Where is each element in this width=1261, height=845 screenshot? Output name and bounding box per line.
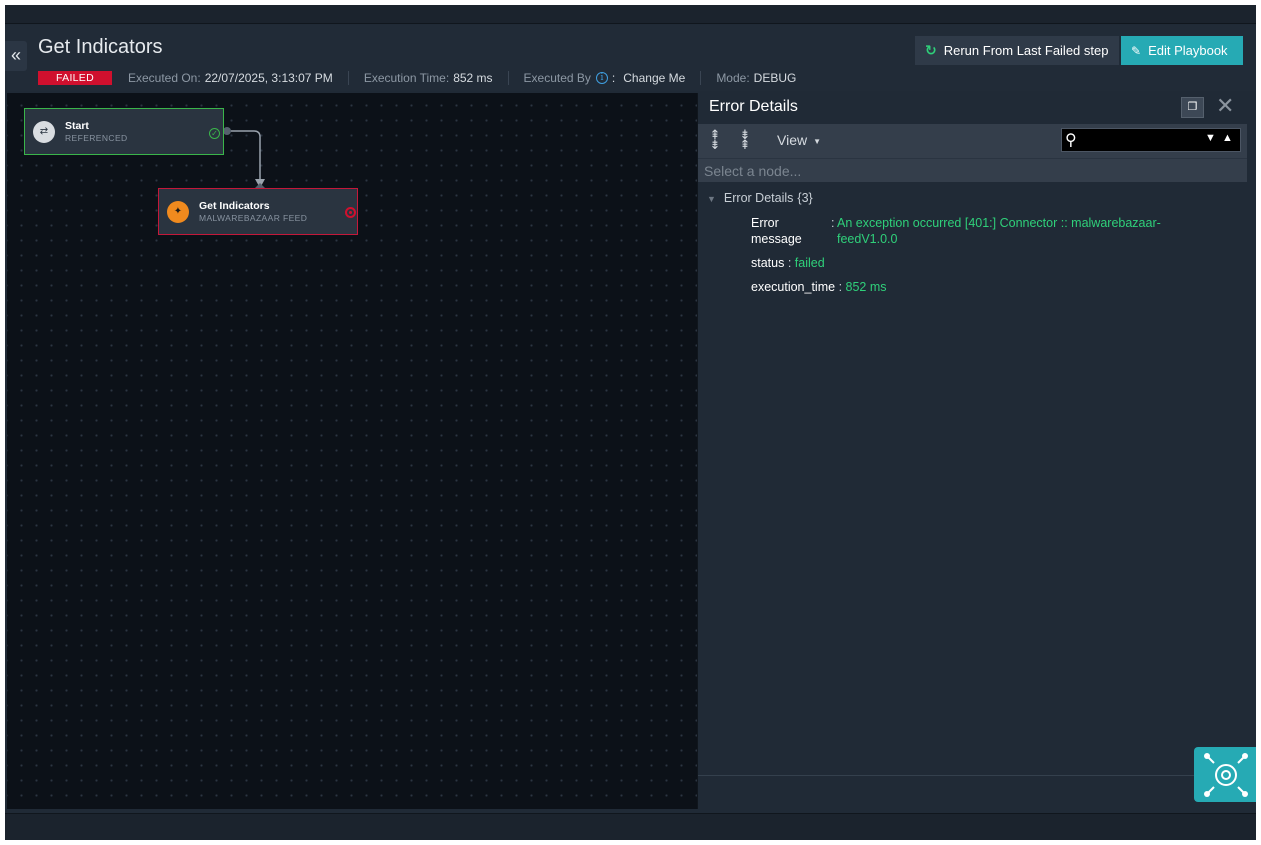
collapse-icon[interactable]: «: [5, 41, 27, 71]
close-icon[interactable]: ✕: [1216, 93, 1234, 119]
tree-root-label: Error Details: [723, 191, 794, 205]
tree-value: failed: [794, 256, 825, 270]
search-box: ⚲ ▼ ▲: [1061, 128, 1241, 152]
expand-triangle-icon[interactable]: ▼: [707, 194, 716, 204]
mode-value: DEBUG: [753, 71, 797, 85]
node-get-indicators[interactable]: ✦ Get Indicators MALWAREBAZAAR FEED: [158, 188, 358, 235]
node-start[interactable]: ⇄ Start REFERENCED ✓: [24, 108, 224, 155]
settings-network-icon[interactable]: [1194, 747, 1256, 802]
page-title: Get Indicators: [38, 36, 163, 58]
colon: :: [831, 216, 835, 230]
tree-value: An exception occurred [401:] Connector :…: [837, 216, 1161, 246]
panel-title: Error Details: [709, 98, 798, 115]
node-title: Start: [65, 119, 89, 132]
failed-icon: [345, 207, 356, 218]
bottom-bar: [5, 813, 1256, 840]
divider: [507, 71, 509, 85]
tree-root[interactable]: ▼ Error Details {3}: [707, 191, 813, 205]
refresh-icon: ↻: [925, 42, 937, 58]
connector-node-icon: ✦: [167, 200, 189, 223]
divider: [700, 71, 702, 85]
executed-on: Executed On: 22/07/2025, 3:13:07 PM: [128, 71, 333, 85]
success-icon: ✓: [209, 128, 220, 139]
caret-down-icon: ▼: [813, 136, 822, 146]
divider: [347, 71, 349, 85]
tree-key: status: [751, 256, 785, 270]
panel-divider: [698, 775, 1247, 776]
info-icon[interactable]: i: [595, 72, 608, 84]
node-subtitle: REFERENCED: [65, 132, 128, 143]
pencil-icon: ✎: [1131, 43, 1142, 58]
search-icon: ⚲: [1065, 132, 1077, 149]
execution-time: Execution Time: 852 ms: [364, 71, 493, 85]
executed-by-label: Executed By: [523, 71, 591, 85]
json-toolbar: ⇞ ⇟ ⇟ ⇞ View ▼ ⚲ ▼ ▲: [698, 124, 1247, 158]
node-select: [698, 158, 1247, 182]
tree-key: execution_time: [751, 280, 836, 294]
view-label: View: [777, 132, 808, 148]
execution-time-value: 852 ms: [453, 71, 493, 85]
tree-key: Error message: [751, 216, 802, 246]
executed-by: Executed By i : Change Me: [524, 71, 686, 85]
tree-row[interactable]: execution_time : 852 ms: [751, 279, 887, 295]
tree-value: 852 ms: [845, 280, 887, 294]
prev-match-icon[interactable]: ▲: [1222, 132, 1233, 144]
colon: :: [787, 256, 795, 270]
tree-root-count: {3}: [797, 191, 813, 205]
expand-all-icon[interactable]: ⇞ ⇟: [707, 128, 723, 151]
next-match-icon[interactable]: ▼: [1205, 132, 1216, 144]
edit-label: Edit Playbook: [1148, 43, 1228, 58]
status-badge: FAILED: [38, 71, 112, 85]
copy-icon[interactable]: ❐: [1181, 97, 1204, 118]
rerun-label: Rerun From Last Failed step: [943, 43, 1109, 58]
top-strip: [5, 5, 1256, 24]
mode: Mode: DEBUG: [716, 71, 796, 85]
page-header: « Get Indicators FAILED Executed On: 22/…: [5, 25, 1256, 91]
collapse-all-icon[interactable]: ⇟ ⇞: [737, 128, 753, 151]
executed-on-label: Executed On:: [127, 71, 201, 85]
mode-label: Mode:: [716, 71, 750, 85]
error-details-panel: Error Details ❐ ✕ ⇞⇟ ⇟⇞ View ▼ ⚲ ▼ ▲ ▼ Err…: [697, 93, 1247, 809]
view-dropdown[interactable]: View ▼: [777, 132, 821, 148]
tree-row[interactable]: status : failed: [751, 255, 825, 271]
rerun-button[interactable]: ↻ Rerun From Last Failed step: [915, 36, 1119, 65]
start-node-icon: ⇄: [33, 120, 55, 143]
execution-meta: FAILED Executed On: 22/07/2025, 3:13:07 …: [38, 70, 796, 86]
executed-on-value: 22/07/2025, 3:13:07 PM: [204, 71, 333, 85]
node-subtitle: MALWAREBAZAAR FEED: [199, 212, 308, 223]
app-window: « Get Indicators FAILED Executed On: 22/…: [5, 5, 1256, 840]
search-input[interactable]: [1086, 131, 1202, 149]
select-node-input[interactable]: [704, 162, 1204, 180]
colon: :: [838, 280, 846, 294]
executed-by-value: Change Me: [623, 71, 686, 85]
colon: :: [611, 71, 616, 85]
execution-time-label: Execution Time:: [363, 71, 450, 85]
edit-playbook-button[interactable]: ✎ Edit Playbook: [1121, 36, 1243, 65]
playbook-canvas[interactable]: ⇄ Start REFERENCED ✓ ✦ Get Indicators MA…: [7, 93, 697, 809]
node-title: Get Indicators: [199, 199, 270, 212]
